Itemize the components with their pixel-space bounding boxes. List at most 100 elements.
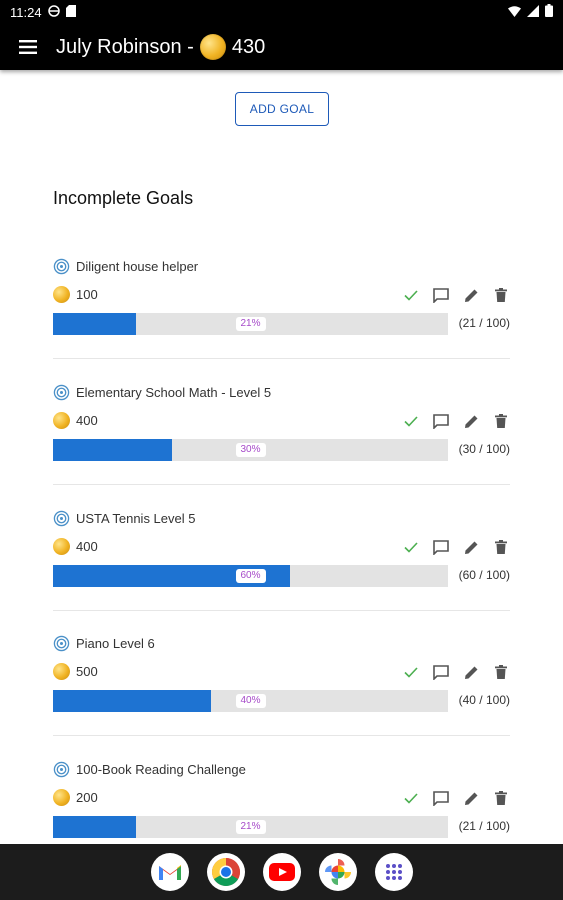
progress-percent: 30% bbox=[235, 443, 266, 457]
goal-reward-value: 400 bbox=[76, 539, 98, 554]
delete-trash-icon[interactable] bbox=[492, 538, 510, 556]
target-icon bbox=[53, 510, 70, 527]
goal-actions bbox=[402, 412, 510, 430]
divider bbox=[53, 610, 510, 611]
progress-percent: 60% bbox=[235, 569, 266, 583]
progress-ratio: (40 / 100) bbox=[458, 693, 510, 707]
goal-title-row: 100-Book Reading Challenge bbox=[53, 761, 246, 778]
menu-icon[interactable] bbox=[0, 24, 56, 70]
progress-ratio: (30 / 100) bbox=[458, 442, 510, 456]
coin-balance: 430 bbox=[231, 35, 266, 58]
edit-pencil-icon[interactable] bbox=[462, 286, 480, 304]
goal-actions bbox=[402, 789, 510, 807]
complete-check-icon[interactable] bbox=[402, 412, 420, 430]
divider bbox=[53, 358, 510, 359]
gmail-icon[interactable] bbox=[150, 853, 189, 891]
delete-trash-icon[interactable] bbox=[492, 663, 510, 681]
edit-pencil-icon[interactable] bbox=[462, 663, 480, 681]
goal-actions bbox=[402, 663, 510, 681]
coin-icon bbox=[53, 412, 70, 429]
progress-ratio: (21 / 100) bbox=[458, 316, 510, 330]
divider bbox=[53, 484, 510, 485]
signal-icon bbox=[527, 4, 539, 20]
goal-reward-value: 200 bbox=[76, 790, 98, 805]
app-title: July Robinson - 430 bbox=[56, 34, 265, 60]
goal-title: Diligent house helper bbox=[76, 259, 199, 274]
delete-trash-icon[interactable] bbox=[492, 412, 510, 430]
progress-bar: 21% bbox=[53, 816, 448, 838]
section-title: Incomplete Goals bbox=[53, 188, 194, 208]
goal-reward-value: 500 bbox=[76, 664, 98, 679]
edit-pencil-icon[interactable] bbox=[462, 412, 480, 430]
progress-bar: 40% bbox=[53, 690, 448, 712]
app-dock bbox=[0, 844, 563, 900]
wifi-icon bbox=[508, 5, 521, 20]
progress-percent: 21% bbox=[235, 820, 266, 834]
progress-bar: 60% bbox=[53, 565, 448, 587]
goal-item: Piano Level 6 500 40% (40 / 100) bbox=[53, 635, 510, 761]
target-icon bbox=[53, 761, 70, 778]
goal-title: Elementary School Math - Level 5 bbox=[76, 385, 272, 400]
sd-card-icon bbox=[65, 4, 76, 20]
goal-item: Elementary School Math - Level 5 400 30%… bbox=[53, 384, 510, 510]
comment-icon[interactable] bbox=[432, 538, 450, 556]
goal-actions bbox=[402, 286, 510, 304]
status-time: 11:24 bbox=[10, 4, 42, 20]
divider bbox=[53, 735, 510, 736]
complete-check-icon[interactable] bbox=[402, 286, 420, 304]
app-bar: July Robinson - 430 bbox=[0, 24, 563, 70]
goal-reward-value: 400 bbox=[76, 413, 98, 428]
user-name: July Robinson - bbox=[56, 35, 194, 58]
progress-fill bbox=[53, 313, 136, 335]
vpn-icon bbox=[47, 4, 60, 20]
goal-item: Diligent house helper 100 21% (21 / 100) bbox=[53, 258, 510, 384]
progress-ratio: (21 / 100) bbox=[458, 819, 510, 833]
edit-pencil-icon[interactable] bbox=[462, 538, 480, 556]
comment-icon[interactable] bbox=[432, 286, 450, 304]
goal-reward-value: 100 bbox=[76, 287, 98, 302]
delete-trash-icon[interactable] bbox=[492, 789, 510, 807]
goal-title-row: Elementary School Math - Level 5 bbox=[53, 384, 271, 401]
target-icon bbox=[53, 384, 70, 401]
comment-icon[interactable] bbox=[432, 789, 450, 807]
photos-icon[interactable] bbox=[318, 853, 357, 891]
coin-icon bbox=[53, 663, 70, 680]
progress-fill bbox=[53, 816, 136, 838]
coin-icon bbox=[53, 789, 70, 806]
goal-reward: 400 bbox=[53, 412, 98, 429]
chrome-icon[interactable] bbox=[206, 853, 245, 891]
goal-reward: 100 bbox=[53, 286, 98, 303]
goal-title-row: USTA Tennis Level 5 bbox=[53, 510, 195, 527]
comment-icon[interactable] bbox=[432, 663, 450, 681]
progress-fill bbox=[53, 690, 211, 712]
goal-actions bbox=[402, 538, 510, 556]
comment-icon[interactable] bbox=[432, 412, 450, 430]
status-bar: 11:24 bbox=[0, 0, 563, 24]
progress-bar: 30% bbox=[53, 439, 448, 461]
coin-icon bbox=[53, 286, 70, 303]
goal-title-row: Diligent house helper bbox=[53, 258, 198, 275]
youtube-icon[interactable] bbox=[262, 853, 301, 891]
progress-percent: 21% bbox=[235, 317, 266, 331]
progress-bar: 21% bbox=[53, 313, 448, 335]
goal-title: 100-Book Reading Challenge bbox=[76, 762, 246, 777]
edit-pencil-icon[interactable] bbox=[462, 789, 480, 807]
app-drawer-icon[interactable] bbox=[374, 853, 413, 891]
progress-ratio: (60 / 100) bbox=[458, 568, 510, 582]
add-goal-button[interactable]: ADD GOAL bbox=[235, 92, 329, 126]
goal-reward: 400 bbox=[53, 538, 98, 555]
goal-item: USTA Tennis Level 5 400 60% (60 / 100) bbox=[53, 510, 510, 636]
target-icon bbox=[53, 635, 70, 652]
complete-check-icon[interactable] bbox=[402, 789, 420, 807]
coin-icon bbox=[53, 538, 70, 555]
goal-reward: 500 bbox=[53, 663, 98, 680]
delete-trash-icon[interactable] bbox=[492, 286, 510, 304]
coin-icon bbox=[199, 34, 226, 60]
target-icon bbox=[53, 258, 70, 275]
goal-title: Piano Level 6 bbox=[76, 636, 155, 651]
goal-reward: 200 bbox=[53, 789, 98, 806]
progress-percent: 40% bbox=[235, 694, 266, 708]
complete-check-icon[interactable] bbox=[402, 663, 420, 681]
complete-check-icon[interactable] bbox=[402, 538, 420, 556]
progress-fill bbox=[53, 439, 172, 461]
